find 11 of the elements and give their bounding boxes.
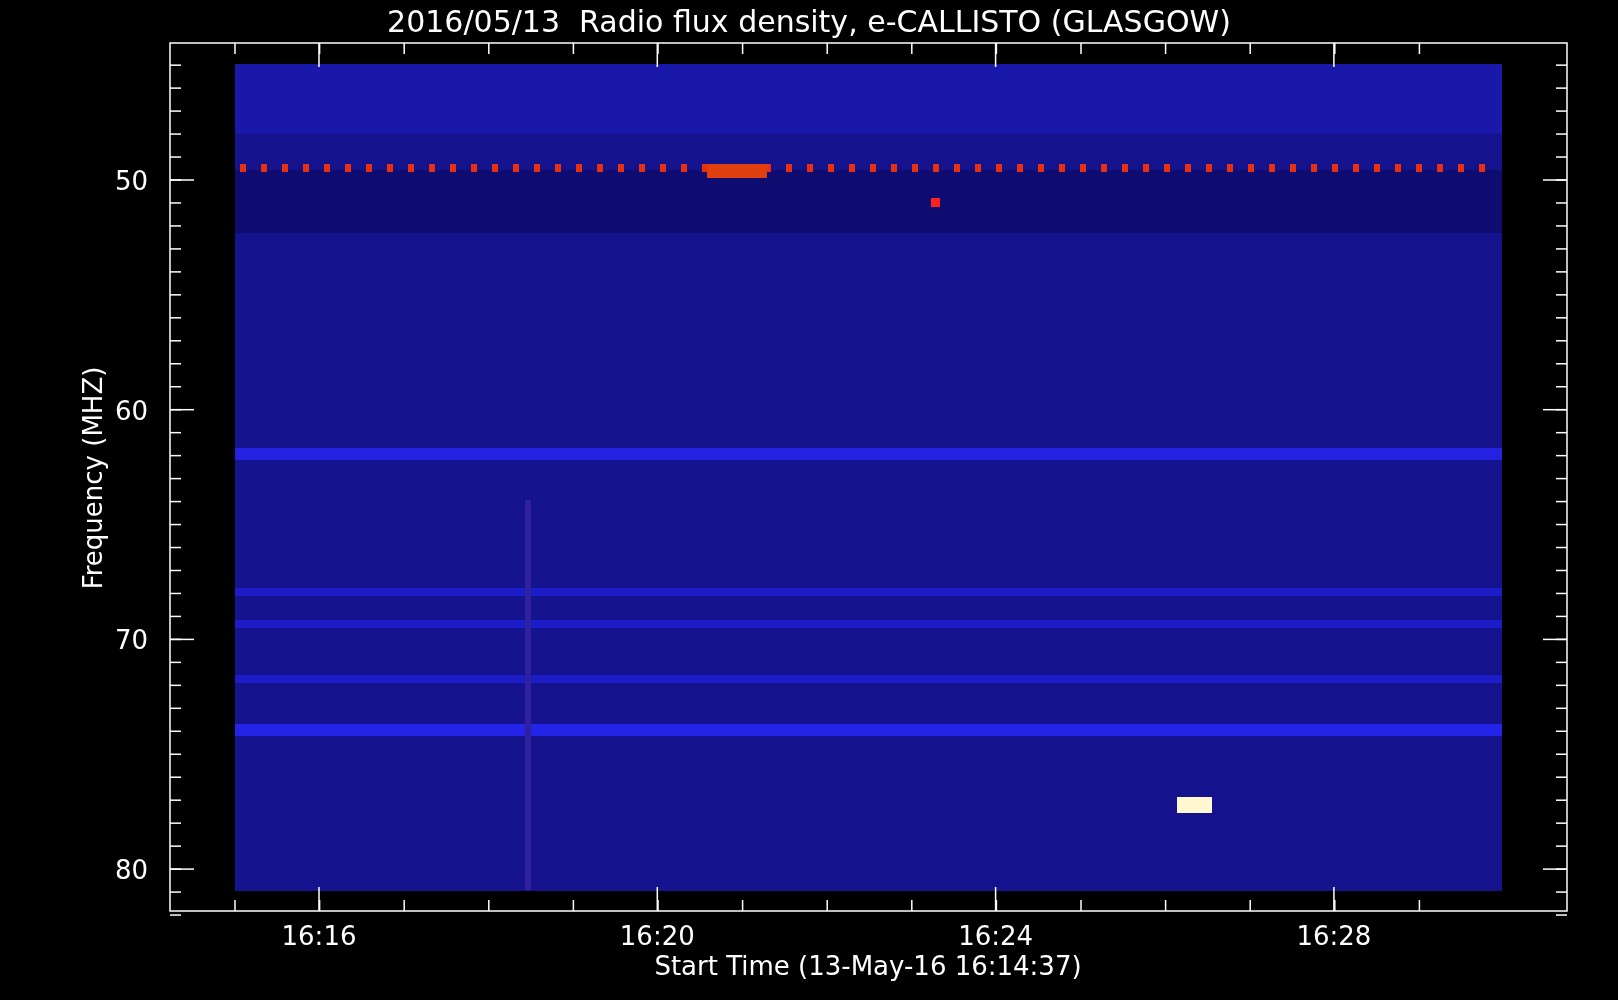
y-tick-label: 60 <box>114 395 148 426</box>
x-tick-label: 16:16 <box>281 921 357 951</box>
x-tick-label: 16:28 <box>1296 921 1372 951</box>
y-tick-label: 50 <box>114 166 148 196</box>
y-axis-label: Frequency (MHZ) <box>78 366 108 590</box>
x-tick-label: 16:20 <box>619 921 695 951</box>
y-tick-label: 80 <box>114 855 148 886</box>
x-tick-label: 16:24 <box>958 921 1034 951</box>
x-axis-label: Start Time (13-May-16 16:14:37) <box>654 951 1082 981</box>
chart-title: 2016/05/13 Radio flux density, e-CALLISTO (GLASGOW) <box>387 4 1231 39</box>
y-tick-label: 70 <box>114 625 148 656</box>
